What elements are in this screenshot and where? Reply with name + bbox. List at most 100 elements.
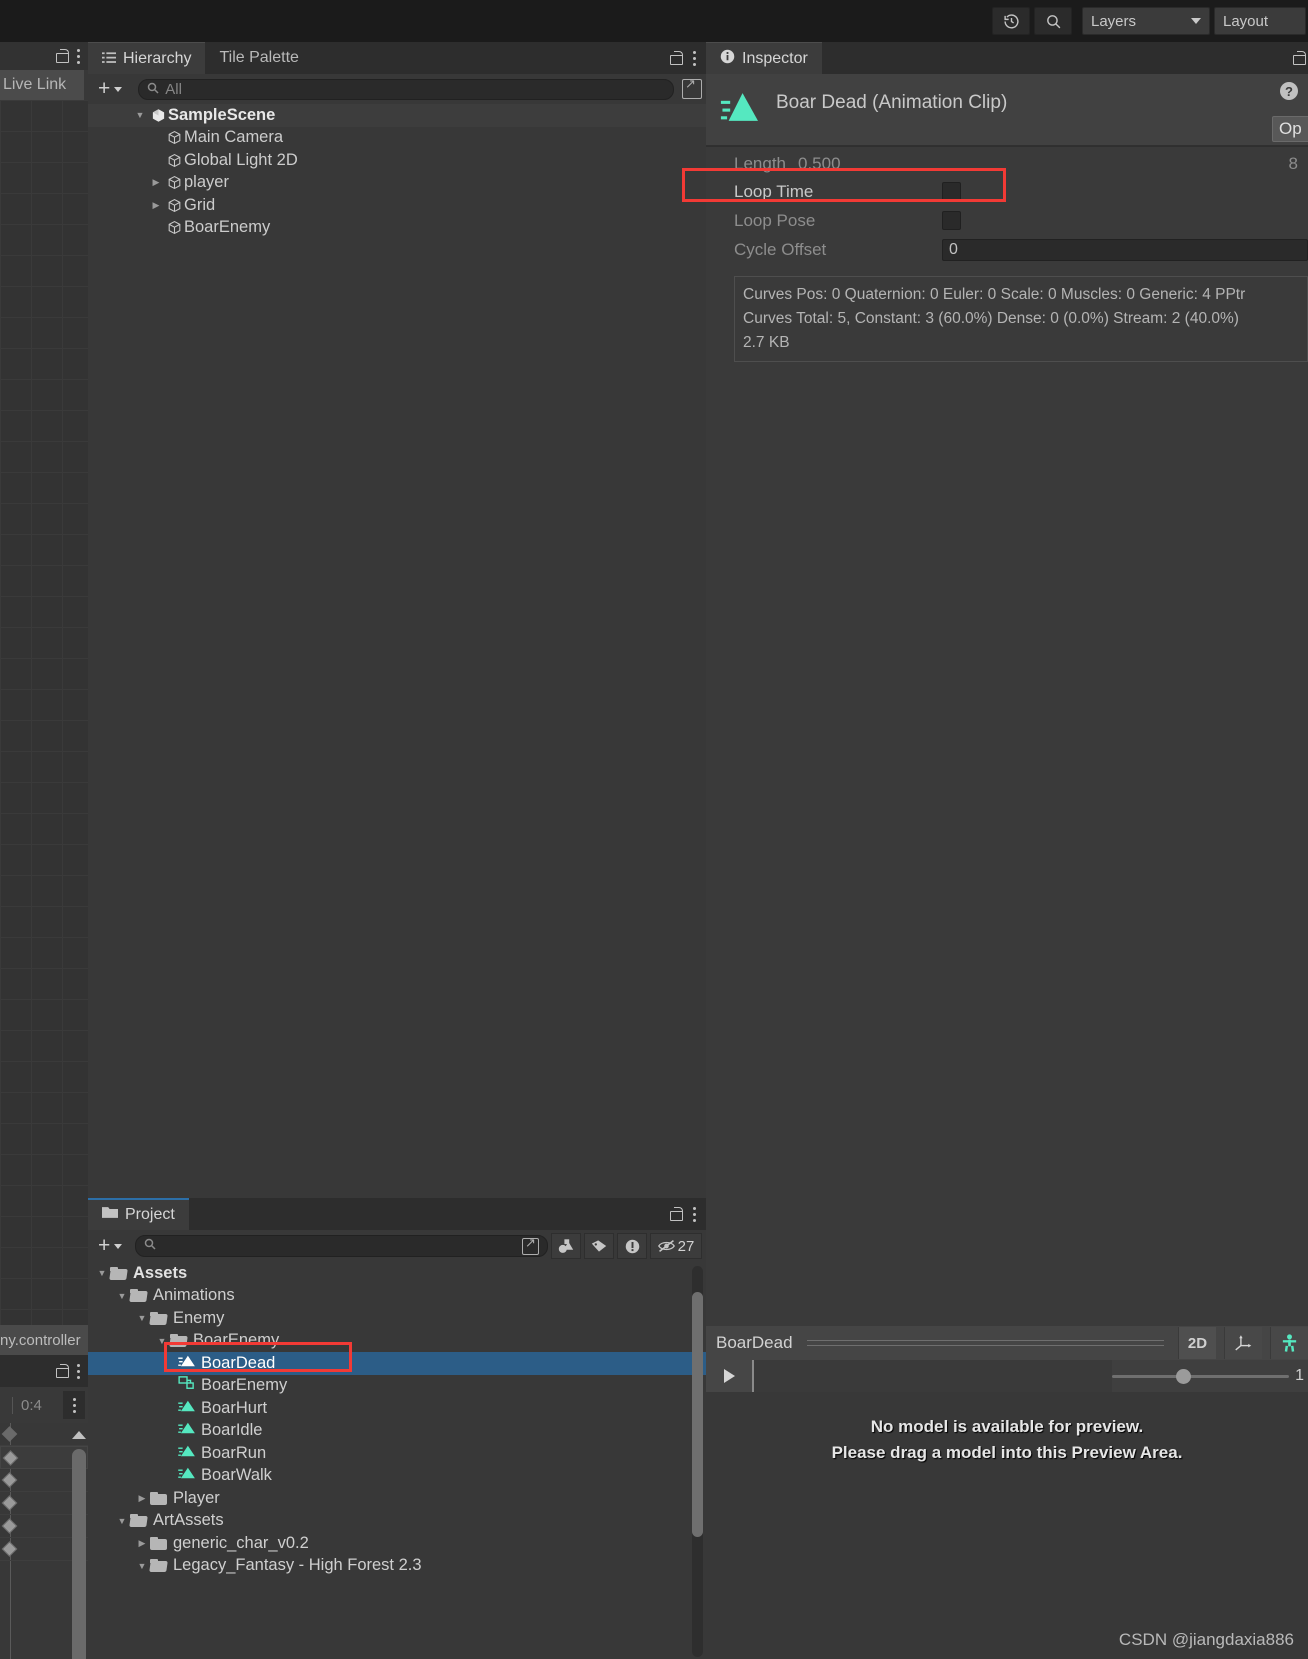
project-item-boardead[interactable]: BoarDead bbox=[88, 1352, 706, 1375]
slider-knob[interactable] bbox=[1176, 1368, 1191, 1384]
animation-scrollbar[interactable] bbox=[72, 1431, 86, 1659]
preview-speed-slider[interactable]: 1 bbox=[1112, 1367, 1308, 1385]
twisty-open-icon[interactable] bbox=[132, 110, 148, 120]
preview-area[interactable]: No model is available for preview. Pleas… bbox=[706, 1392, 1308, 1659]
project-search-input[interactable] bbox=[135, 1235, 548, 1257]
hidden-assets-toggle[interactable]: 27 bbox=[650, 1233, 702, 1259]
loop-pose-checkbox[interactable] bbox=[942, 211, 961, 230]
project-panel: Project + ↗ 27 ▼ Assets ▼ Animations ▼ E… bbox=[88, 1198, 706, 1659]
scrollbar-thumb[interactable] bbox=[692, 1292, 703, 1537]
hierarchy-item-main-camera[interactable]: Main Camera bbox=[88, 127, 706, 150]
lock-icon[interactable] bbox=[56, 1364, 69, 1378]
folder-icon bbox=[150, 1491, 167, 1505]
project-item-artassets[interactable]: ArtAssets bbox=[88, 1510, 706, 1533]
kebab-menu-icon[interactable] bbox=[693, 1206, 696, 1222]
hierarchy-item-player[interactable]: player bbox=[88, 172, 706, 195]
project-item-player[interactable]: Player bbox=[88, 1487, 706, 1510]
twisty-open-icon[interactable] bbox=[154, 1336, 170, 1346]
project-item-animations[interactable]: Animations bbox=[88, 1285, 706, 1308]
scrollbar-thumb[interactable] bbox=[72, 1449, 86, 1659]
label-tag-icon[interactable] bbox=[584, 1233, 614, 1259]
twisty-closed-icon[interactable] bbox=[148, 200, 164, 211]
keyframe-diamond-icon[interactable] bbox=[1, 1518, 18, 1534]
hierarchy-item-global-light-2d[interactable]: Global Light 2D bbox=[88, 149, 706, 172]
slider-track[interactable] bbox=[1112, 1368, 1290, 1384]
project-item-boaridle[interactable]: BoarIdle bbox=[88, 1420, 706, 1443]
project-item-boarwalk[interactable]: BoarWalk bbox=[88, 1465, 706, 1488]
lock-icon[interactable] bbox=[670, 51, 683, 65]
cycle-offset-input[interactable]: 0 bbox=[942, 238, 1308, 261]
twisty-closed-icon[interactable] bbox=[134, 1493, 150, 1504]
hierarchy-item-samplescene[interactable]: SampleScene bbox=[88, 104, 706, 127]
tab-live-link[interactable]: Live Link bbox=[0, 70, 84, 100]
project-item-boarenemy-folder[interactable]: BoarEnemy bbox=[88, 1330, 706, 1353]
hierarchy-search-input[interactable]: All bbox=[138, 78, 674, 100]
hierarchy-search-placeholder: All bbox=[165, 80, 182, 98]
animator-controller-tab[interactable]: ny.controller bbox=[0, 1325, 88, 1355]
gameobject-icon bbox=[164, 153, 184, 168]
preview-message: No model is available for preview. Pleas… bbox=[706, 1392, 1308, 1465]
project-item-assets[interactable]: Assets bbox=[88, 1262, 706, 1285]
lock-icon[interactable] bbox=[670, 1207, 683, 1221]
keyframe-diamond-icon[interactable] bbox=[1, 1472, 18, 1488]
twisty-open-icon[interactable] bbox=[114, 1291, 130, 1301]
scene-view-grid[interactable] bbox=[0, 100, 88, 1325]
hierarchy-item-boarenemy[interactable]: BoarEnemy bbox=[88, 217, 706, 240]
hierarchy-item-grid[interactable]: Grid bbox=[88, 194, 706, 217]
keyframe-diamond-icon[interactable] bbox=[1, 1541, 18, 1557]
preview-scrubber[interactable] bbox=[752, 1360, 1112, 1392]
tab-inspector[interactable]: Inspector bbox=[706, 42, 822, 74]
kebab-menu-icon[interactable] bbox=[77, 1363, 80, 1379]
twisty-open-icon[interactable] bbox=[94, 1268, 110, 1278]
twisty-closed-icon[interactable] bbox=[134, 1538, 150, 1549]
loop-time-checkbox[interactable] bbox=[942, 182, 961, 201]
lock-icon[interactable] bbox=[1293, 51, 1306, 65]
project-item-enemy[interactable]: Enemy bbox=[88, 1307, 706, 1330]
lock-icon[interactable] bbox=[56, 49, 69, 63]
popout-icon[interactable] bbox=[682, 76, 702, 99]
avatar-icon[interactable] bbox=[1270, 1327, 1308, 1359]
keyframe-diamond-icon[interactable] bbox=[1, 1426, 18, 1442]
hidden-count-label: 27 bbox=[677, 1237, 695, 1255]
twisty-open-icon[interactable] bbox=[134, 1561, 150, 1571]
loop-pose-row[interactable]: Loop Pose bbox=[706, 206, 1308, 235]
create-asset-button[interactable]: + bbox=[92, 1234, 128, 1258]
preview-2d-button[interactable]: 2D bbox=[1178, 1327, 1216, 1359]
keyframe-diamond-icon[interactable] bbox=[2, 1449, 19, 1466]
project-item-label: BoarWalk bbox=[201, 1466, 272, 1485]
project-item-boarrun[interactable]: BoarRun bbox=[88, 1442, 706, 1465]
keyframe-diamond-icon[interactable] bbox=[1, 1495, 18, 1511]
popout-icon[interactable] bbox=[522, 1235, 539, 1255]
twisty-closed-icon[interactable] bbox=[148, 177, 164, 188]
warning-icon[interactable] bbox=[617, 1233, 647, 1259]
add-gameobject-button[interactable]: + bbox=[92, 77, 128, 101]
play-button[interactable] bbox=[706, 1360, 752, 1392]
scroll-up-arrow-icon[interactable] bbox=[72, 1431, 86, 1439]
history-icon[interactable] bbox=[992, 7, 1030, 35]
layers-dropdown[interactable]: Layers bbox=[1082, 7, 1210, 35]
project-scrollbar[interactable] bbox=[692, 1266, 703, 1657]
kebab-menu-icon[interactable] bbox=[77, 48, 80, 64]
watermark-label: CSDN @jiangdaxia886 bbox=[1118, 1630, 1294, 1649]
layout-dropdown[interactable]: Layout bbox=[1214, 7, 1306, 35]
loop-time-row[interactable]: Loop Time bbox=[706, 177, 1308, 206]
asset-filter-icon[interactable] bbox=[551, 1233, 581, 1259]
help-icon[interactable]: ? bbox=[1280, 82, 1298, 100]
cycle-offset-row[interactable]: Cycle Offset 0 bbox=[706, 235, 1308, 264]
twisty-open-icon[interactable] bbox=[134, 1313, 150, 1323]
tab-tile-palette[interactable]: Tile Palette bbox=[205, 42, 312, 74]
project-item-boarhurt[interactable]: BoarHurt bbox=[88, 1397, 706, 1420]
twisty-open-icon[interactable] bbox=[114, 1516, 130, 1526]
search-icon[interactable] bbox=[1034, 7, 1072, 35]
tab-hierarchy[interactable]: Hierarchy bbox=[88, 42, 206, 74]
hierarchy-item-label: Global Light 2D bbox=[184, 150, 298, 169]
folder-open-icon bbox=[149, 1311, 168, 1325]
project-item-legacy-fantasy[interactable]: Legacy_Fantasy - High Forest 2.3 bbox=[88, 1555, 706, 1578]
project-item-boarenemy-controller[interactable]: BoarEnemy bbox=[88, 1375, 706, 1398]
animation-kebab-icon[interactable] bbox=[63, 1391, 85, 1419]
kebab-menu-icon[interactable] bbox=[693, 50, 696, 66]
project-item-generic-char[interactable]: generic_char_v0.2 bbox=[88, 1532, 706, 1555]
open-button[interactable]: Op bbox=[1272, 116, 1308, 142]
tab-project[interactable]: Project bbox=[88, 1198, 189, 1230]
pivot-axis-icon[interactable] bbox=[1224, 1327, 1262, 1359]
